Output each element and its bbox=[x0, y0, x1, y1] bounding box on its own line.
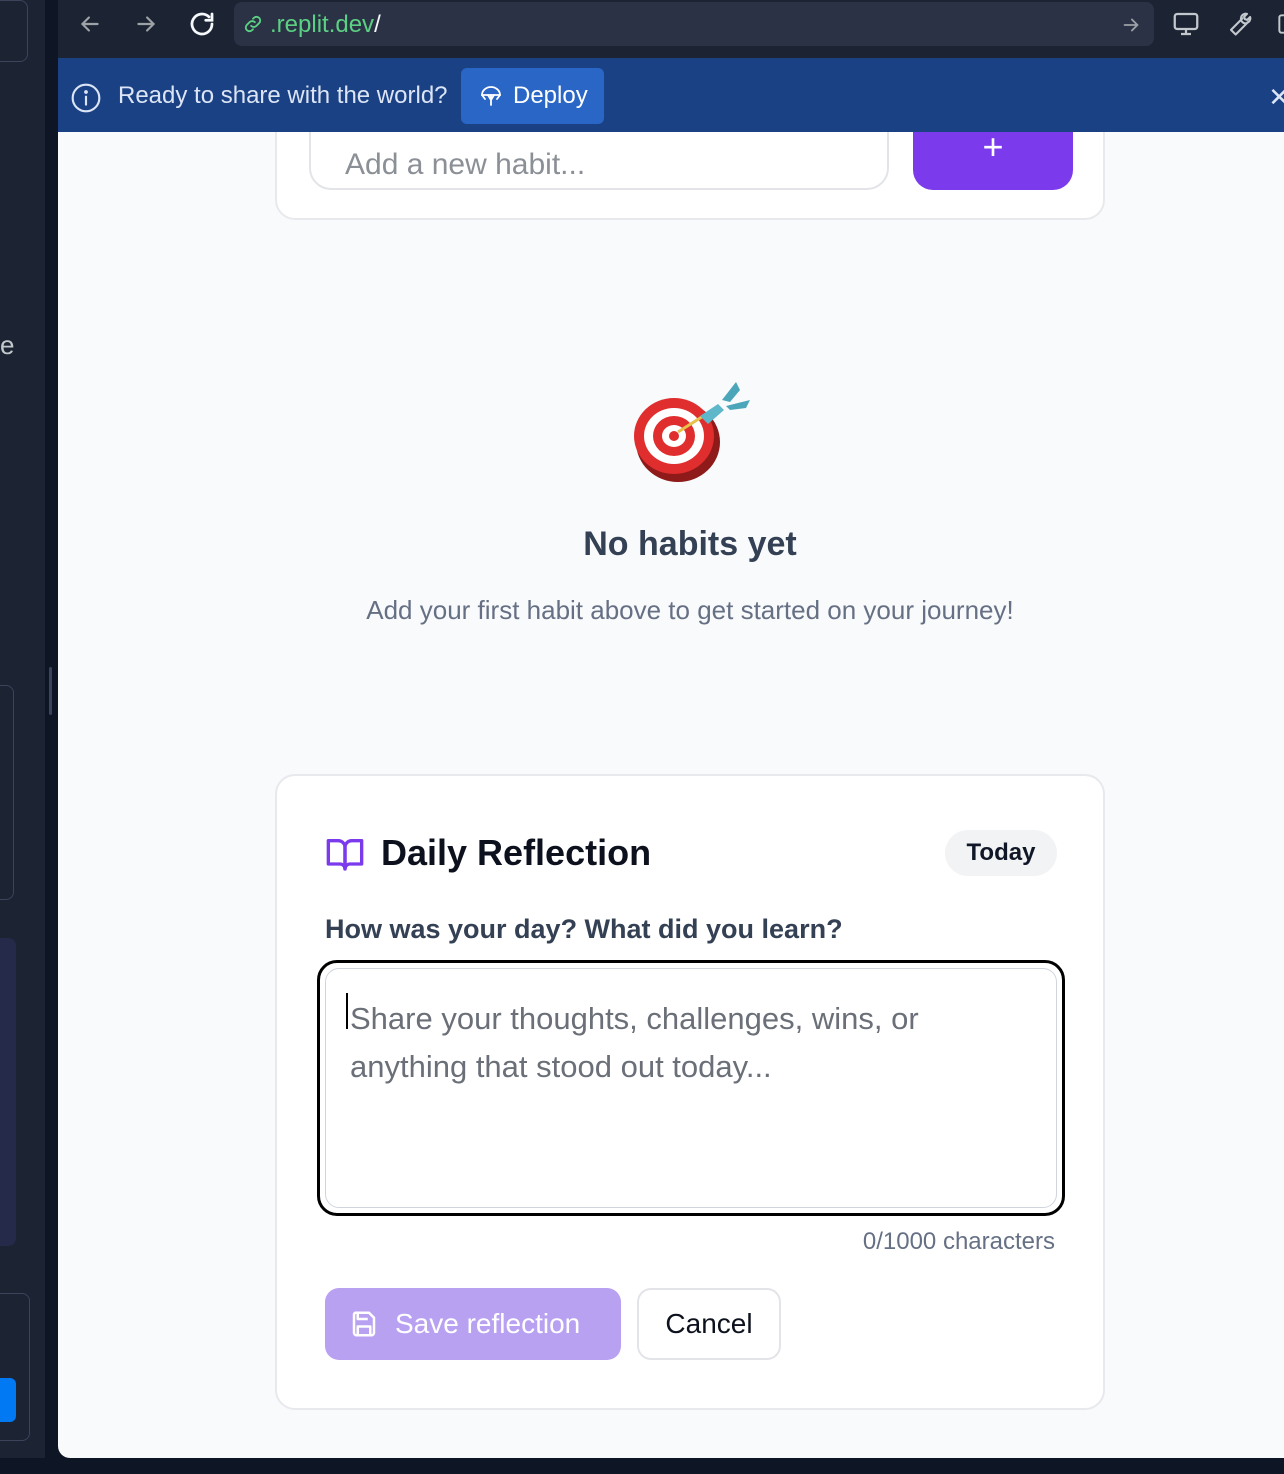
deploy-button[interactable]: Deploy bbox=[461, 68, 604, 124]
daily-reflection-card: Daily Reflection Today How was your day?… bbox=[275, 774, 1105, 1410]
cancel-button[interactable]: Cancel bbox=[637, 1288, 781, 1360]
window-icon bbox=[1278, 14, 1284, 34]
link-icon bbox=[244, 15, 262, 33]
arrow-left-icon bbox=[80, 16, 99, 32]
wrench-icon bbox=[1229, 12, 1252, 36]
arrow-right-icon[interactable] bbox=[1120, 14, 1142, 36]
sidebar-panel-highlight bbox=[0, 938, 16, 1246]
reload-icon bbox=[190, 12, 214, 36]
browser-toolbar: .replit.dev/ bbox=[58, 0, 1284, 58]
save-reflection-label: Save reflection bbox=[395, 1308, 581, 1339]
arrow-right-icon bbox=[137, 16, 156, 32]
url-bar[interactable]: .replit.dev/ bbox=[234, 2, 1154, 46]
save-reflection-button[interactable]: Save reflection bbox=[325, 1288, 621, 1360]
book-open-icon bbox=[326, 839, 364, 871]
monitor-icon bbox=[1173, 12, 1199, 36]
reflection-textarea-focus-ring: Share your thoughts, challenges, wins, o… bbox=[317, 960, 1065, 1216]
new-habit-input[interactable]: Add a new habit... bbox=[309, 132, 889, 190]
sidebar-tab[interactable]: t bbox=[0, 0, 28, 62]
more-button[interactable] bbox=[1268, 8, 1284, 40]
character-count: 0/1000 characters bbox=[862, 1228, 1055, 1255]
sidebar-partial-text: e bbox=[0, 330, 15, 360]
text-caret bbox=[346, 993, 348, 1029]
today-badge: Today bbox=[945, 830, 1057, 876]
devices-button[interactable] bbox=[1166, 8, 1206, 40]
workspace-sidebar: t e bbox=[0, 0, 46, 1474]
add-habit-card: Add a new habit... + bbox=[275, 132, 1105, 220]
deploy-label: Deploy bbox=[513, 82, 588, 109]
banner-message: Ready to share with the world? bbox=[118, 82, 448, 109]
empty-state-subtitle: Add your first habit above to get starte… bbox=[366, 595, 1014, 625]
url-path: / bbox=[374, 11, 381, 38]
forward-button[interactable] bbox=[126, 8, 166, 40]
app-preview: Add a new habit... + No habits yet Add y… bbox=[58, 132, 1284, 1458]
close-icon[interactable]: ✕ bbox=[1268, 82, 1284, 113]
reflection-textarea[interactable]: Share your thoughts, challenges, wins, o… bbox=[325, 968, 1057, 1208]
sidebar-send-button[interactable] bbox=[0, 1378, 16, 1422]
reflection-title: Daily Reflection bbox=[381, 832, 652, 873]
back-button[interactable] bbox=[70, 8, 110, 40]
reflection-prompt: How was your day? What did you learn? bbox=[325, 914, 843, 944]
url-text: .replit.dev/ bbox=[270, 11, 381, 39]
resize-handle[interactable] bbox=[49, 667, 52, 715]
dart-target-icon bbox=[634, 382, 750, 482]
save-icon bbox=[352, 1311, 376, 1337]
deploy-icon bbox=[481, 86, 501, 106]
add-habit-button[interactable]: + bbox=[913, 132, 1073, 190]
sidebar-panel bbox=[0, 685, 14, 900]
devtools-button[interactable] bbox=[1218, 8, 1258, 40]
reload-button[interactable] bbox=[182, 8, 222, 40]
url-host: .replit.dev bbox=[270, 11, 375, 38]
bottom-bar bbox=[0, 1458, 1284, 1474]
empty-state-title: No habits yet bbox=[583, 525, 797, 563]
info-icon bbox=[71, 83, 101, 113]
deploy-banner: Ready to share with the world? Deploy ✕ bbox=[58, 58, 1284, 132]
